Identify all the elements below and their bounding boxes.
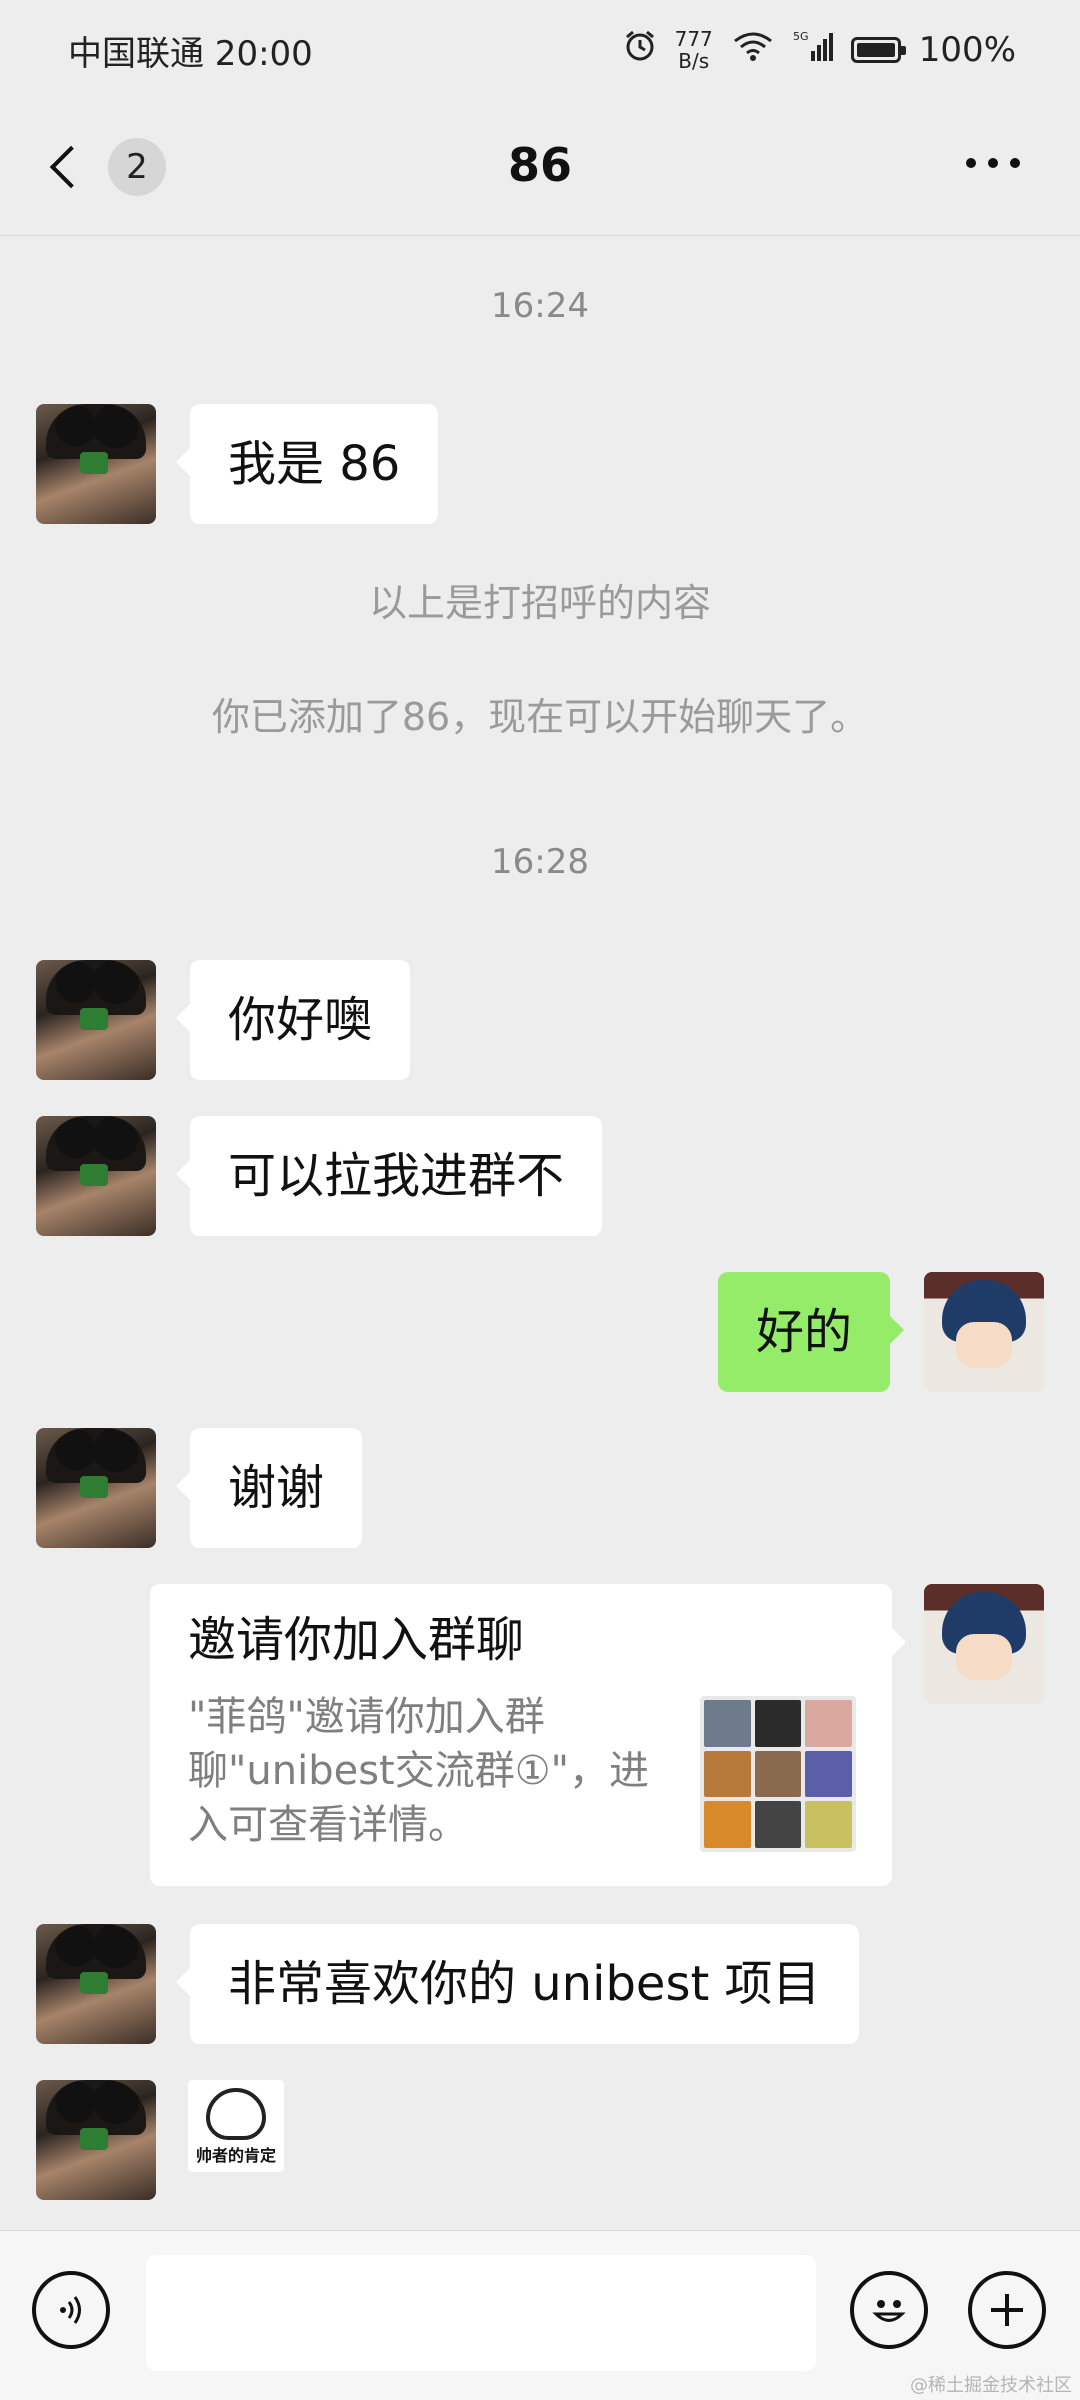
watermark: @稀土掘金技术社区 bbox=[910, 2375, 1072, 2396]
more-button[interactable] bbox=[966, 158, 1020, 168]
contact-avatar[interactable] bbox=[36, 960, 156, 1080]
signal-icon: 5G bbox=[793, 29, 833, 72]
timestamp: 16:28 bbox=[491, 842, 589, 882]
contact-avatar[interactable] bbox=[36, 1116, 156, 1236]
more-icon-dot bbox=[988, 158, 998, 168]
alarm-icon bbox=[623, 29, 657, 72]
chat-screen: 中国联通 20:00 777 B/s 5G 100% 2 86 16:24 我是… bbox=[0, 0, 1080, 2400]
message-list[interactable]: 16:24 我是 86 以上是打招呼的内容 你已添加了86，现在可以开始聊天了。… bbox=[0, 236, 1080, 2230]
contact-avatar[interactable] bbox=[36, 404, 156, 524]
sticker-caption: 帅者的肯定 bbox=[195, 2146, 276, 2165]
group-avatar-grid bbox=[700, 1696, 856, 1852]
message-bubble-sent[interactable]: 好的 bbox=[717, 1272, 905, 1392]
more-icon bbox=[966, 158, 976, 168]
my-avatar[interactable] bbox=[924, 1272, 1044, 1392]
message-bubble-received[interactable]: 我是 86 bbox=[175, 404, 439, 524]
status-icons: 777 B/s 5G 100% bbox=[623, 28, 1016, 72]
chat-header: 2 86 bbox=[0, 100, 1080, 236]
system-notice: 你已添加了86，现在可以开始聊天了。 bbox=[211, 695, 869, 739]
bear-face-icon bbox=[206, 2088, 266, 2140]
invite-title: 邀请你加入群聊 bbox=[188, 1612, 525, 1668]
contact-avatar[interactable] bbox=[36, 1428, 156, 1548]
input-bar: @稀土掘金技术社区 bbox=[0, 2230, 1080, 2400]
message-bubble-received[interactable]: 你好噢 bbox=[175, 960, 411, 1080]
network-speed: 777 B/s bbox=[675, 28, 713, 72]
carrier-time: 中国联通 20:00 bbox=[68, 33, 313, 74]
message-bubble-received[interactable]: 谢谢 bbox=[175, 1428, 363, 1548]
battery-level: 100% bbox=[918, 30, 1016, 70]
speed-value: 777 bbox=[674, 27, 713, 51]
sticker-message[interactable]: 帅者的肯定 bbox=[188, 2080, 284, 2172]
contact-avatar[interactable] bbox=[36, 1924, 156, 2044]
message-bubble-received[interactable]: 可以拉我进群不 bbox=[175, 1116, 603, 1236]
plus-icon bbox=[991, 2294, 1023, 2326]
timestamp: 16:24 bbox=[491, 286, 589, 326]
emoji-button[interactable] bbox=[850, 2271, 928, 2349]
emoji-icon bbox=[872, 2300, 906, 2322]
invite-description: "菲鸽"邀请你加入群聊"unibest交流群①"，进入可查看详情。 bbox=[188, 1694, 649, 1848]
group-invite-card[interactable]: 邀请你加入群聊 "菲鸽"邀请你加入群聊"unibest交流群①"，进入可查看详情… bbox=[150, 1584, 906, 1886]
my-avatar[interactable] bbox=[924, 1584, 1044, 1704]
more-icon-dot bbox=[1010, 158, 1020, 168]
voice-icon bbox=[60, 2296, 81, 2324]
wifi-icon bbox=[731, 29, 775, 72]
system-notice: 以上是打招呼的内容 bbox=[368, 581, 711, 625]
chat-title: 86 bbox=[507, 138, 572, 192]
battery-icon bbox=[850, 37, 906, 63]
speed-unit: B/s bbox=[678, 49, 710, 73]
status-bar: 中国联通 20:00 777 B/s 5G 100% bbox=[0, 0, 1080, 100]
message-bubble-received[interactable]: 非常喜欢你的 unibest 项目 bbox=[176, 1924, 859, 2044]
contact-avatar[interactable] bbox=[36, 2080, 156, 2200]
voice-button[interactable] bbox=[32, 2271, 110, 2349]
network-type: 5G bbox=[793, 30, 809, 43]
message-input[interactable] bbox=[146, 2255, 816, 2371]
plus-button[interactable] bbox=[968, 2271, 1046, 2349]
